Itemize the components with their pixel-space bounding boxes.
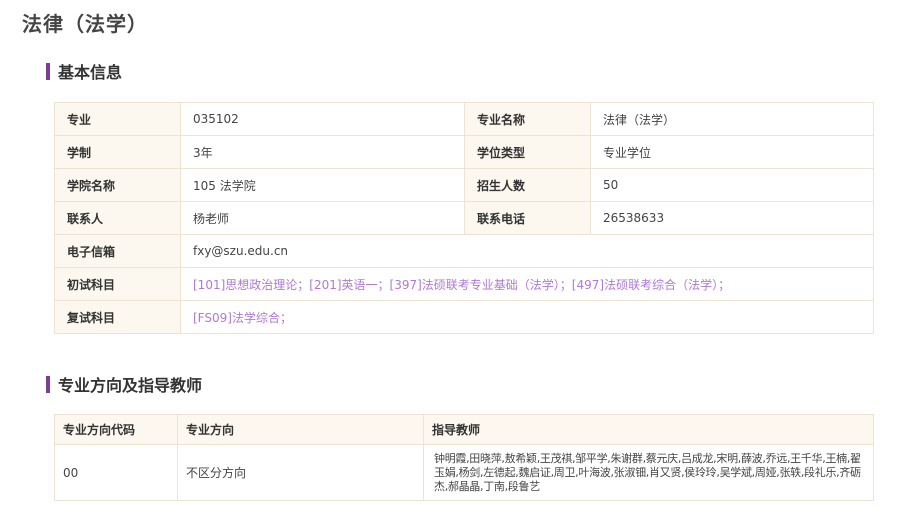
section-heading-label: 基本信息 (58, 63, 123, 82)
column-header-direction: 专业方向 (177, 414, 424, 445)
degree-type-label: 学位类型 (464, 135, 591, 169)
degree-type-value: 专业学位 (590, 135, 874, 169)
table-row: 电子信箱 fxy@szu.edu.cn (54, 234, 874, 268)
enrollment-value: 50 (590, 168, 874, 202)
directions-table: 专业方向代码 专业方向 指导教师 00 不区分方向 钟明霞,田晓萍,敖希颖,王茂… (54, 414, 874, 501)
major-value: 035102 (180, 102, 465, 136)
column-header-code: 专业方向代码 (54, 414, 178, 445)
table-row: 初试科目 [101]思想政治理论；[201]英语一；[397]法硕联考专业基础（… (54, 267, 874, 301)
college-label: 学院名称 (54, 168, 181, 202)
major-name-label: 专业名称 (464, 102, 591, 136)
duration-value: 3年 (180, 135, 465, 169)
section-accent-bar (46, 375, 50, 393)
column-header-teachers: 指导教师 (423, 414, 874, 445)
phone-label: 联系电话 (464, 201, 591, 235)
duration-label: 学制 (54, 135, 181, 169)
section-heading-label: 专业方向及指导教师 (58, 376, 203, 395)
table-row: 学院名称 105 法学院 招生人数 50 (54, 168, 874, 202)
page-title: 法律（法学） (22, 12, 148, 36)
table-row: 00 不区分方向 钟明霞,田晓萍,敖希颖,王茂祺,邹平学,朱谢群,蔡元庆,吕成龙… (54, 444, 874, 501)
direction-code: 00 (54, 444, 178, 501)
direction-teachers: 钟明霞,田晓萍,敖希颖,王茂祺,邹平学,朱谢群,蔡元庆,吕成龙,宋明,薛波,乔远… (423, 444, 874, 501)
email-label: 电子信箱 (54, 234, 181, 268)
contact-value: 杨老师 (180, 201, 465, 235)
major-name-value: 法律（法学） (590, 102, 874, 136)
table-row: 联系人 杨老师 联系电话 26538633 (54, 201, 874, 235)
enrollment-label: 招生人数 (464, 168, 591, 202)
section-heading-basic-info: 基本信息 (46, 59, 122, 83)
prelim-subjects-label: 初试科目 (54, 267, 181, 301)
section-heading-directions: 专业方向及指导教师 (46, 372, 202, 396)
contact-label: 联系人 (54, 201, 181, 235)
basic-info-table: 专业 035102 专业名称 法律（法学） 学制 3年 学位类型 专业学位 学院… (54, 102, 874, 334)
table-row: 专业 035102 专业名称 法律（法学） (54, 102, 874, 136)
phone-value: 26538633 (590, 201, 874, 235)
table-row: 学制 3年 学位类型 专业学位 (54, 135, 874, 169)
college-value: 105 法学院 (180, 168, 465, 202)
retest-subjects-label: 复试科目 (54, 300, 181, 334)
table-row: 复试科目 [FS09]法学综合； (54, 300, 874, 334)
email-value: fxy@szu.edu.cn (180, 234, 874, 268)
major-label: 专业 (54, 102, 181, 136)
section-accent-bar (46, 62, 50, 80)
table-header-row: 专业方向代码 专业方向 指导教师 (54, 414, 874, 445)
retest-subjects-link[interactable]: [FS09]法学综合； (180, 300, 874, 334)
direction-name: 不区分方向 (177, 444, 424, 501)
prelim-subjects-links[interactable]: [101]思想政治理论；[201]英语一；[397]法硕联考专业基础（法学）；[… (180, 267, 874, 301)
